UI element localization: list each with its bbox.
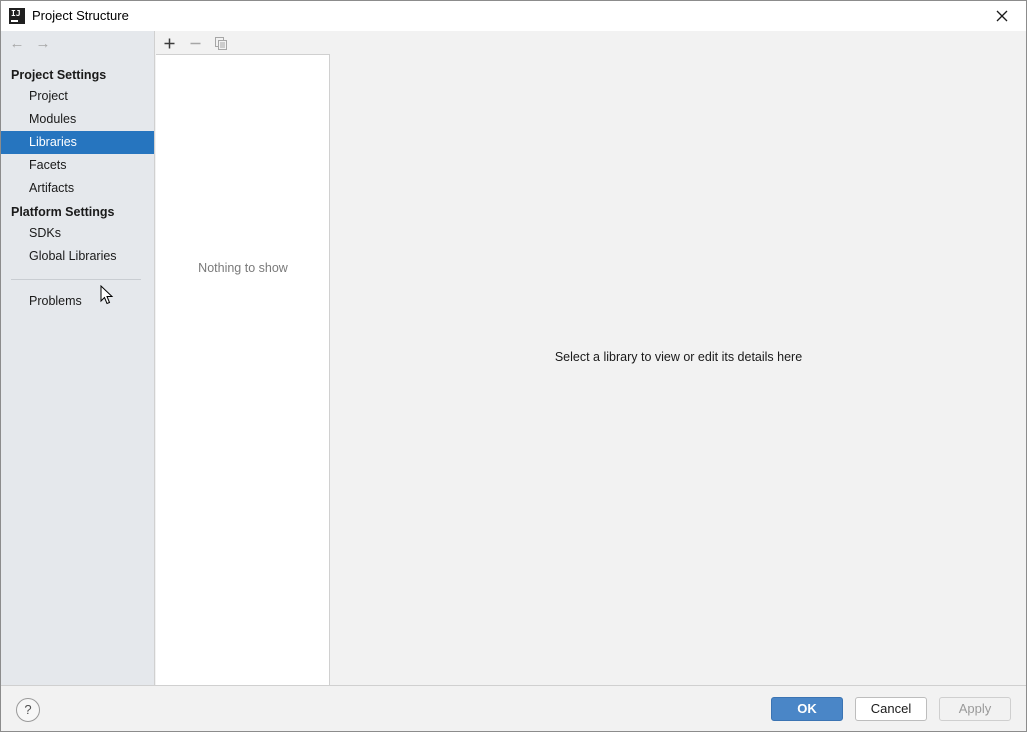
sidebar-item-libraries[interactable]: Libraries [1, 131, 154, 154]
cancel-button[interactable]: Cancel [855, 697, 927, 721]
details-placeholder-text: Select a library to view or edit its det… [554, 350, 803, 364]
group-platform-settings: Platform Settings [11, 205, 115, 219]
title-bar: IJ Project Structure [1, 1, 1026, 31]
settings-sidebar: ← → Project Settings Project Modules Lib… [1, 31, 155, 685]
help-button[interactable]: ? [16, 698, 40, 722]
mouse-pointer-icon [100, 285, 114, 305]
remove-library-button[interactable] [185, 33, 205, 53]
copy-icon [214, 37, 227, 50]
intellij-idea-icon: IJ [9, 8, 25, 24]
library-list-toolbar [156, 31, 330, 55]
window-title: Project Structure [32, 8, 129, 23]
sidebar-item-problems[interactable]: Problems [1, 290, 154, 313]
minus-icon [190, 42, 200, 45]
ok-button[interactable]: OK [771, 697, 843, 721]
group-project-settings: Project Settings [11, 68, 107, 82]
empty-list-text: Nothing to show [198, 261, 288, 275]
sidebar-item-project[interactable]: Project [1, 85, 154, 108]
sidebar-item-global-libraries[interactable]: Global Libraries [1, 245, 154, 268]
dialog-footer: ? OK Cancel Apply [1, 685, 1026, 731]
library-list[interactable]: Nothing to show [156, 55, 330, 685]
library-details-panel: Select a library to view or edit its det… [331, 31, 1026, 685]
copy-library-button[interactable] [211, 33, 231, 53]
project-structure-dialog: IJ Project Structure ← → Project Setting… [0, 0, 1027, 732]
close-icon [996, 10, 1008, 22]
close-button[interactable] [990, 6, 1014, 26]
sidebar-separator [11, 279, 141, 280]
plus-icon [164, 38, 174, 49]
add-library-button[interactable] [159, 33, 179, 53]
forward-arrow-icon[interactable]: → [34, 35, 52, 53]
sidebar-item-sdks[interactable]: SDKs [1, 222, 154, 245]
back-arrow-icon[interactable]: ← [8, 35, 26, 53]
sidebar-item-facets[interactable]: Facets [1, 154, 154, 177]
sidebar-item-artifacts[interactable]: Artifacts [1, 177, 154, 200]
apply-button[interactable]: Apply [939, 697, 1011, 721]
sidebar-item-modules[interactable]: Modules [1, 108, 154, 131]
